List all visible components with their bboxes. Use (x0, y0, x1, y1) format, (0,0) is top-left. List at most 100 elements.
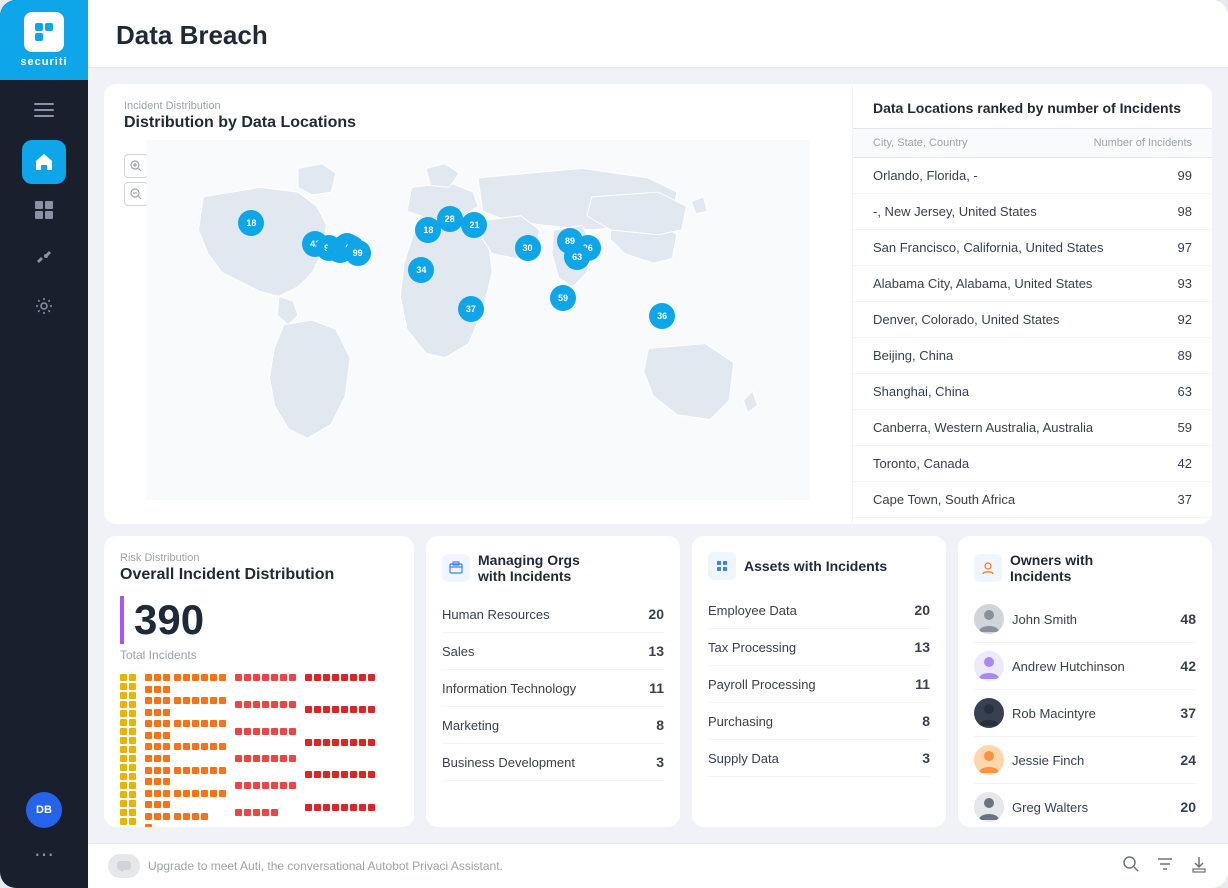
map-title: Distribution by Data Locations (124, 114, 832, 132)
ranking-item: Canberra, Western Australia, Australia59 (853, 410, 1212, 446)
user-avatar[interactable]: DB (26, 792, 62, 828)
risk-dot (154, 767, 161, 774)
ranking-item: Beijing, China89 (853, 338, 1212, 374)
risk-dot (368, 706, 375, 713)
risk-dot (210, 697, 217, 704)
risk-dot (359, 706, 366, 713)
risk-dot (120, 764, 127, 771)
risk-dot (201, 767, 208, 774)
risk-dot (341, 804, 348, 811)
map-pin[interactable]: 36 (649, 303, 675, 329)
rankings-title: Data Locations ranked by number of Incid… (853, 100, 1212, 128)
risk-dot (314, 804, 321, 811)
risk-dot (201, 697, 208, 704)
risk-dot (120, 683, 127, 690)
rankings-header: City, State, Country Number of Incidents (853, 128, 1212, 158)
owners-title: Owners with Incidents (1010, 552, 1093, 584)
map-pin[interactable]: 30 (515, 235, 541, 261)
risk-dot (210, 767, 217, 774)
map-pin[interactable]: 59 (550, 285, 576, 311)
map-pin[interactable]: 37 (458, 296, 484, 322)
risk-dot (341, 706, 348, 713)
risk-dot (129, 791, 136, 798)
filter-icon[interactable] (1156, 855, 1174, 878)
total-incidents: 390 Total Incidents (120, 596, 398, 662)
risk-dot (262, 701, 269, 708)
owner-item: Jessie Finch 24 (974, 737, 1196, 784)
map-pin[interactable]: 99 (345, 240, 371, 266)
risk-dot (368, 739, 375, 746)
risk-dot (192, 767, 199, 774)
risk-dot (280, 782, 287, 789)
risk-dot (145, 686, 152, 693)
dot-grid (120, 674, 398, 827)
map-pin[interactable]: 28 (437, 206, 463, 232)
map-pin[interactable]: 18 (238, 210, 264, 236)
risk-dot (271, 782, 278, 789)
owner-avatar (974, 651, 1004, 681)
risk-dot (219, 720, 226, 727)
risk-dot (305, 804, 312, 811)
logo-text: securiti (20, 56, 67, 68)
asset-item: Tax Processing13 (708, 629, 930, 666)
risk-dot (323, 804, 330, 811)
nav-item-tools[interactable] (22, 236, 66, 280)
risk-dot (129, 782, 136, 789)
nav-item-settings[interactable] (22, 284, 66, 328)
risk-dot (129, 728, 136, 735)
risk-dot (120, 818, 127, 825)
search-icon[interactable] (1122, 855, 1140, 878)
asset-item: Purchasing8 (708, 703, 930, 740)
more-options[interactable]: ⋯ (26, 836, 62, 872)
risk-dot (163, 686, 170, 693)
menu-toggle[interactable] (0, 88, 88, 132)
risk-dot (314, 674, 321, 681)
risk-dot (174, 720, 181, 727)
map-pin[interactable]: 63 (564, 244, 590, 270)
risk-dot (253, 809, 260, 816)
risk-dot (145, 674, 152, 681)
nav-item-grid[interactable] (22, 188, 66, 232)
chat-bubble-icon (108, 854, 140, 878)
asset-item: Payroll Processing11 (708, 666, 930, 703)
nav-item-dashboard[interactable] (22, 140, 66, 184)
owners-icon (974, 554, 1002, 582)
risk-dot (154, 778, 161, 785)
risk-dot (201, 674, 208, 681)
chat-area: Upgrade to meet Auti, the conversational… (108, 854, 503, 878)
risk-dot (262, 674, 269, 681)
risk-dot (305, 674, 312, 681)
assets-icon (708, 552, 736, 580)
risk-dot (120, 719, 127, 726)
map-section: Incident Distribution Distribution by Da… (104, 84, 1212, 524)
risk-dot (129, 764, 136, 771)
risk-dot (350, 804, 357, 811)
risk-dot (314, 771, 321, 778)
risk-dot (359, 771, 366, 778)
risk-dot (262, 728, 269, 735)
risk-dot (129, 809, 136, 816)
risk-dot (201, 813, 208, 820)
risk-dot (145, 755, 152, 762)
ranking-item: Alabama City, Alabama, United States93 (853, 266, 1212, 302)
risk-dot (154, 755, 161, 762)
owner-avatar (974, 792, 1004, 822)
ranking-item: Shanghai, China63 (853, 374, 1212, 410)
risk-dot (174, 813, 181, 820)
map-left: Incident Distribution Distribution by Da… (104, 84, 852, 524)
map-label: Incident Distribution (124, 100, 832, 112)
orgs-list: Human Resources20Sales13Information Tech… (442, 596, 664, 781)
risk-dot (289, 782, 296, 789)
map-pin[interactable]: 21 (461, 212, 487, 238)
risk-dot (129, 773, 136, 780)
export-icon[interactable] (1190, 855, 1208, 878)
risk-dot (145, 801, 152, 808)
map-pin[interactable]: 34 (408, 257, 434, 283)
risk-dot (183, 813, 190, 820)
risk-dot (129, 701, 136, 708)
total-number: 390 (120, 596, 204, 644)
assets-header: Assets with Incidents (708, 552, 930, 580)
risk-dot (120, 710, 127, 717)
risk-dot (235, 809, 242, 816)
risk-dot (253, 782, 260, 789)
